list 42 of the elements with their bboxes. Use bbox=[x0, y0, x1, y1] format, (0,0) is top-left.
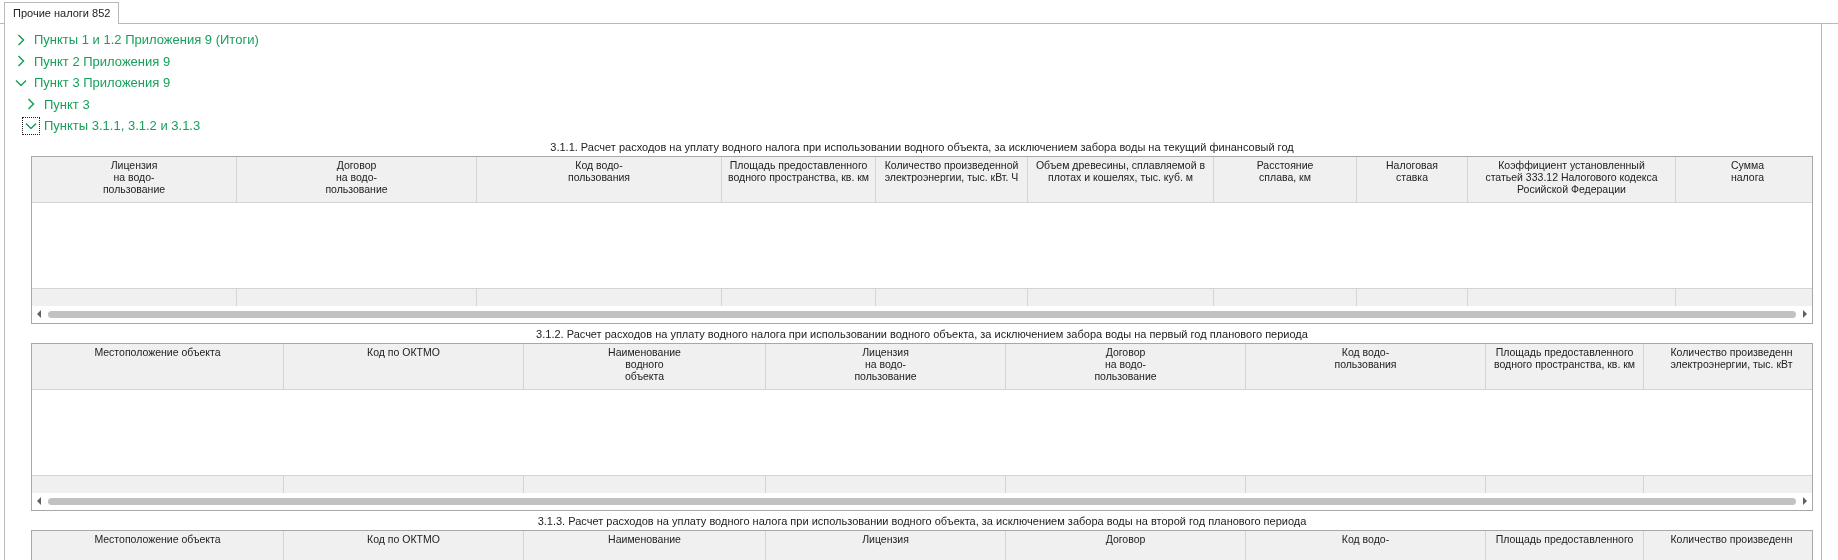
table-title: 3.1.3. Расчет расходов на уплату водного налога при использовании водного объекта, за исключением забора воды на второй год планового периода bbox=[536, 513, 1308, 529]
scroll-left-icon[interactable] bbox=[36, 497, 42, 505]
column-header[interactable]: Договор на водо- пользование bbox=[237, 156, 477, 203]
column-header[interactable]: Местоположение объекта bbox=[32, 343, 284, 390]
column-header[interactable]: Код водо- пользования bbox=[1246, 343, 1486, 390]
scroll-right-icon[interactable] bbox=[1802, 310, 1808, 318]
column-header[interactable]: Договор на водо- пользование bbox=[1006, 343, 1246, 390]
tree-item[interactable]: Пункт 3 Приложения 9 bbox=[34, 75, 171, 91]
column-header[interactable]: Договор bbox=[1006, 530, 1246, 560]
column-header[interactable]: Коэффициент установленный статьей 333.12 Налогового кодекса Росийской Федерации bbox=[1468, 156, 1676, 203]
column-header[interactable]: Площадь предоставленного водного пространства, кв. км bbox=[1486, 343, 1644, 390]
column-header[interactable]: Расстояние сплава, км bbox=[1214, 156, 1357, 203]
tab[interactable]: Прочие налоги 852 bbox=[4, 2, 120, 24]
column-header[interactable]: Площадь предоставленного водного пространства, кв. км bbox=[722, 156, 876, 203]
column-header[interactable]: Количество произведенн bbox=[1644, 530, 1812, 560]
column-header[interactable]: Код водо- пользования bbox=[477, 156, 722, 203]
column-header[interactable]: Код по ОКТМО bbox=[284, 343, 524, 390]
column-header[interactable]: Наименование водного объекта bbox=[524, 343, 766, 390]
column-header[interactable]: Наименование bbox=[524, 530, 766, 560]
collapse-chevron-icon[interactable] bbox=[23, 117, 39, 134]
column-header[interactable]: Объем древесины, сплавляемой в плотах и кошелях, тыс. куб. м bbox=[1028, 156, 1214, 203]
tree-item[interactable]: Пункт 2 Приложения 9 bbox=[34, 53, 171, 69]
column-header[interactable]: Местоположение объекта bbox=[32, 530, 284, 560]
table-title: 3.1.2. Расчет расходов на уплату водного налога при использовании водного объекта, за исключением забора воды на первый год планового периода bbox=[535, 326, 1309, 342]
tree-item[interactable]: Пункт 3 bbox=[44, 96, 90, 112]
column-header[interactable]: Код водо- bbox=[1246, 530, 1486, 560]
scroll-left-icon[interactable] bbox=[36, 310, 42, 318]
scrollbar-thumb[interactable] bbox=[48, 310, 1796, 318]
tree-item[interactable]: Пункты 3.1.1, 3.1.2 и 3.1.3 bbox=[44, 118, 201, 134]
column-header[interactable]: Лицензия bbox=[766, 530, 1006, 560]
scrollbar-thumb[interactable] bbox=[48, 497, 1796, 505]
table-title: 3.1.1. Расчет расходов на уплату водного налога при использовании водного объекта, за исключением забора воды на текущий финансовый год bbox=[549, 139, 1295, 155]
scroll-right-icon[interactable] bbox=[1802, 497, 1808, 505]
column-header[interactable]: Налоговая ставка bbox=[1357, 156, 1468, 203]
column-header[interactable]: Лицензия на водо- пользование bbox=[766, 343, 1006, 390]
tree-item[interactable]: Пункты 1 и 1.2 Приложения 9 (Итоги) bbox=[34, 32, 259, 48]
column-header[interactable]: Площадь предоставленного bbox=[1486, 530, 1644, 560]
column-header[interactable]: Количество произведенной электроэнергии, тыс. кВт. Ч bbox=[876, 156, 1028, 203]
column-header[interactable]: Лицензия на водо- пользование bbox=[32, 156, 237, 203]
column-header[interactable]: Количество произведенн электроэнергии, тыс. кВт bbox=[1644, 343, 1812, 390]
column-header[interactable]: Код по ОКТМО bbox=[284, 530, 524, 560]
column-header[interactable]: Сумма налога bbox=[1676, 156, 1812, 203]
